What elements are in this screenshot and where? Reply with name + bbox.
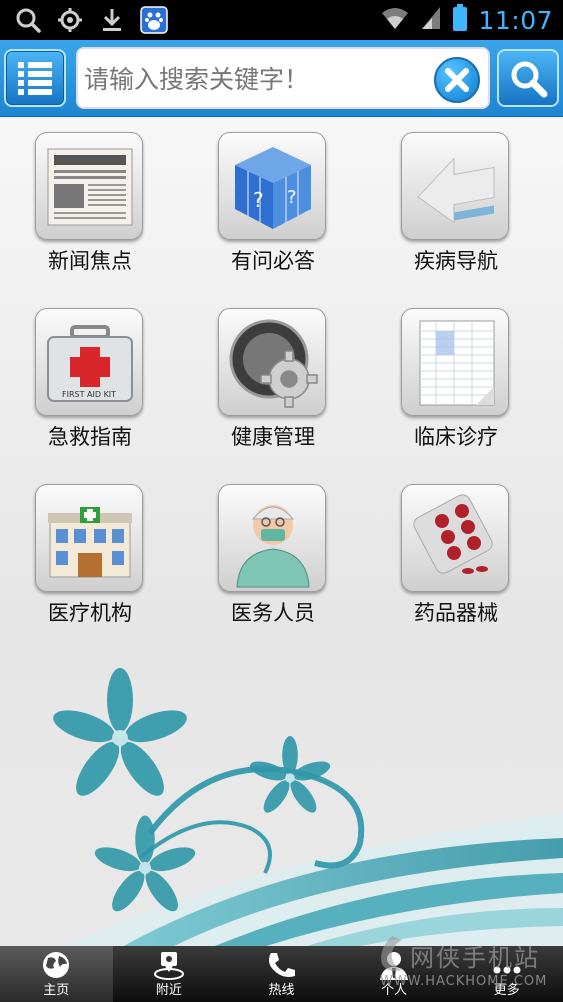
- menu-button[interactable]: [4, 49, 66, 107]
- clear-search-button[interactable]: [434, 57, 480, 103]
- newspaper-icon: [35, 132, 143, 240]
- svg-text:FIRST AID KIT: FIRST AID KIT: [62, 390, 116, 399]
- first-aid-kit-icon: FIRST AID KIT: [35, 308, 143, 416]
- nav-label: 主页: [43, 983, 70, 998]
- tile-label: 有问必答: [231, 249, 315, 273]
- location-target-icon: [56, 6, 84, 34]
- search-toolbar: [0, 40, 563, 117]
- search-field: [76, 47, 490, 109]
- tile-label: 医务人员: [231, 601, 315, 625]
- main-content: 新闻焦点 ? ? 有问必答 疾病导航 FIRST AID KIT 急救指南 健康…: [0, 118, 563, 946]
- arrow-icon: [401, 132, 509, 240]
- tile-label: 健康管理: [231, 425, 315, 449]
- question-cube-icon: ? ?: [218, 132, 326, 240]
- more-dots-icon: [493, 966, 521, 974]
- globe-icon: [43, 952, 70, 978]
- bottom-nav: 主页 附近 热线 个人 更多: [0, 946, 563, 1002]
- nav-label: 更多: [493, 983, 520, 998]
- tile-clinical[interactable]: 临床诊疗: [371, 308, 541, 468]
- status-left-icons: [14, 6, 168, 34]
- tile-label: 急救指南: [48, 425, 132, 449]
- person-icon: [380, 952, 409, 980]
- tile-disease-nav[interactable]: 疾病导航: [371, 132, 541, 292]
- signal-icon: [420, 5, 442, 35]
- download-icon: [98, 6, 126, 34]
- tile-label: 疾病导航: [414, 249, 498, 273]
- spreadsheet-icon: [401, 308, 509, 416]
- status-time: 11:07: [478, 5, 553, 35]
- search-input[interactable]: [82, 57, 422, 101]
- tile-label: 临床诊疗: [414, 425, 498, 449]
- close-icon: [445, 68, 469, 92]
- baidu-icon: [140, 6, 168, 34]
- hospital-building-icon: [35, 484, 143, 592]
- gear-monitor-icon: [218, 308, 326, 416]
- tile-label: 药品器械: [414, 601, 498, 625]
- wifi-icon: [380, 5, 410, 35]
- nav-label: 个人: [381, 983, 408, 998]
- nav-personal[interactable]: 个人: [338, 946, 451, 1002]
- floral-decoration: [53, 668, 563, 946]
- nav-nearby[interactable]: 附近: [113, 946, 226, 1002]
- nav-label: 热线: [268, 983, 295, 998]
- nav-label: 附近: [155, 983, 182, 998]
- nav-home[interactable]: 主页: [0, 946, 113, 1002]
- tile-institutions[interactable]: 医疗机构: [5, 484, 175, 644]
- tile-label: 医疗机构: [48, 601, 132, 625]
- tile-news[interactable]: 新闻焦点: [5, 132, 175, 292]
- search-button[interactable]: [497, 49, 559, 107]
- status-bar: 11:07: [0, 0, 563, 40]
- tile-label: 新闻焦点: [48, 249, 132, 273]
- tile-staff[interactable]: 医务人员: [188, 484, 358, 644]
- search-icon: [14, 6, 42, 34]
- svg-text:?: ?: [253, 188, 264, 212]
- nav-more[interactable]: 更多: [450, 946, 563, 1002]
- pill-blister-icon: [401, 484, 509, 592]
- magnifier-icon: [511, 61, 548, 98]
- doctor-icon: [218, 484, 326, 592]
- list-menu-icon: [18, 62, 52, 95]
- nav-hotline[interactable]: 热线: [225, 946, 338, 1002]
- tile-first-aid[interactable]: FIRST AID KIT 急救指南: [5, 308, 175, 468]
- tile-health-mgmt[interactable]: 健康管理: [188, 308, 358, 468]
- status-right-icons: 11:07: [380, 4, 553, 36]
- phone-icon: [269, 953, 296, 977]
- battery-icon: [452, 4, 468, 36]
- tile-qa[interactable]: ? ? 有问必答: [188, 132, 358, 292]
- tile-drugs[interactable]: 药品器械: [371, 484, 541, 644]
- svg-text:?: ?: [287, 187, 297, 208]
- map-pin-icon: [153, 952, 184, 980]
